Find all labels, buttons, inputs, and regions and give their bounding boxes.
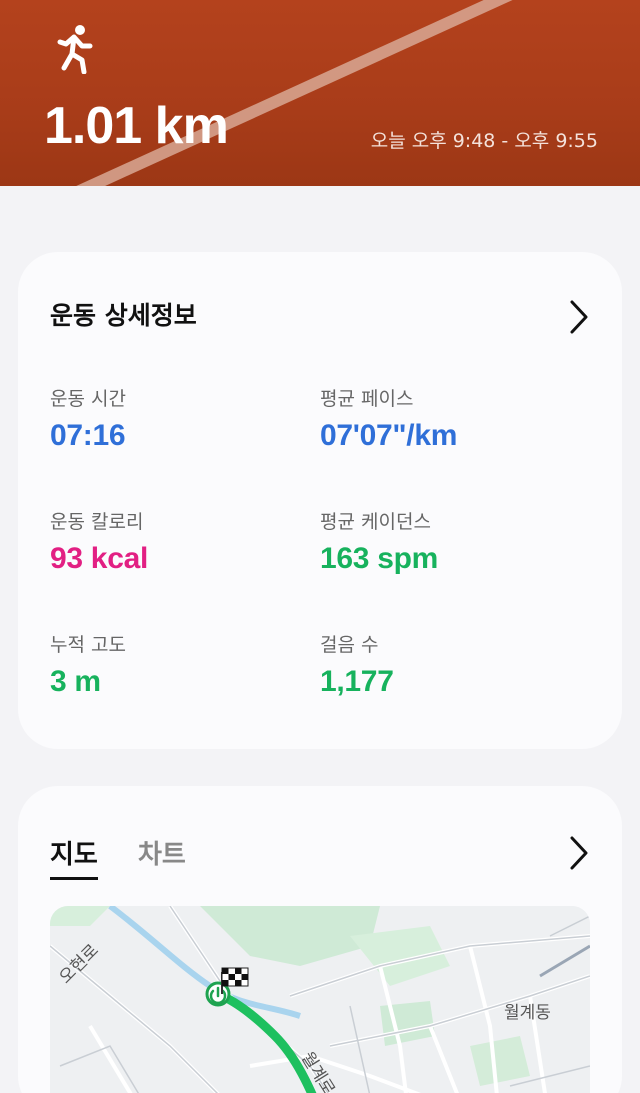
stat-steps: 걸음 수 1,177	[320, 630, 394, 699]
chevron-right-icon[interactable]	[566, 834, 592, 872]
tab-map[interactable]: 지도	[50, 834, 98, 880]
track-lane-line	[76, 0, 513, 186]
map-label-district: 월계동	[504, 1003, 551, 1023]
stat-label: 평균 페이스	[320, 388, 414, 410]
details-title: 운동 상세정보	[50, 301, 197, 330]
stat-value: 93 kcal	[50, 542, 148, 575]
workout-details-card: 운동 상세정보 운동 시간 07:16 평균 페이스 07'07"/km 운동 …	[18, 252, 622, 749]
stat-cadence: 평균 케이던스 163 spm	[320, 507, 438, 576]
stat-label: 평균 케이던스	[320, 511, 431, 533]
stat-value: 3 m	[50, 665, 101, 698]
total-distance: 1.01 km	[44, 97, 229, 155]
stat-label: 운동 칼로리	[50, 511, 144, 533]
stat-value: 163 spm	[320, 542, 438, 575]
stat-average-pace: 평균 페이스 07'07"/km	[320, 384, 457, 453]
stat-value: 07'07"/km	[320, 419, 458, 452]
stat-exercise-time: 운동 시간 07:16	[50, 384, 126, 453]
chevron-right-icon[interactable]	[566, 298, 592, 336]
map-chart-card: 지도 차트 오현로 월계로45길 월계동	[18, 786, 622, 1093]
workout-header: 1.01 km 오늘 오후 9:48 - 오후 9:55	[0, 0, 640, 186]
stat-calories: 운동 칼로리 93 kcal	[50, 507, 148, 576]
stat-value: 07:16	[50, 419, 126, 452]
stat-elevation-gain: 누적 고도 3 m	[50, 630, 126, 699]
route-map[interactable]: 오현로 월계로45길 월계동	[50, 906, 590, 1093]
running-person-icon	[57, 25, 93, 74]
stat-value: 1,177	[320, 665, 394, 698]
stat-label: 누적 고도	[50, 634, 126, 656]
tab-chart[interactable]: 차트	[138, 834, 186, 871]
stat-label: 운동 시간	[50, 388, 126, 410]
stat-label: 걸음 수	[320, 634, 379, 656]
workout-time-range: 오늘 오후 9:48 - 오후 9:55	[370, 130, 598, 152]
